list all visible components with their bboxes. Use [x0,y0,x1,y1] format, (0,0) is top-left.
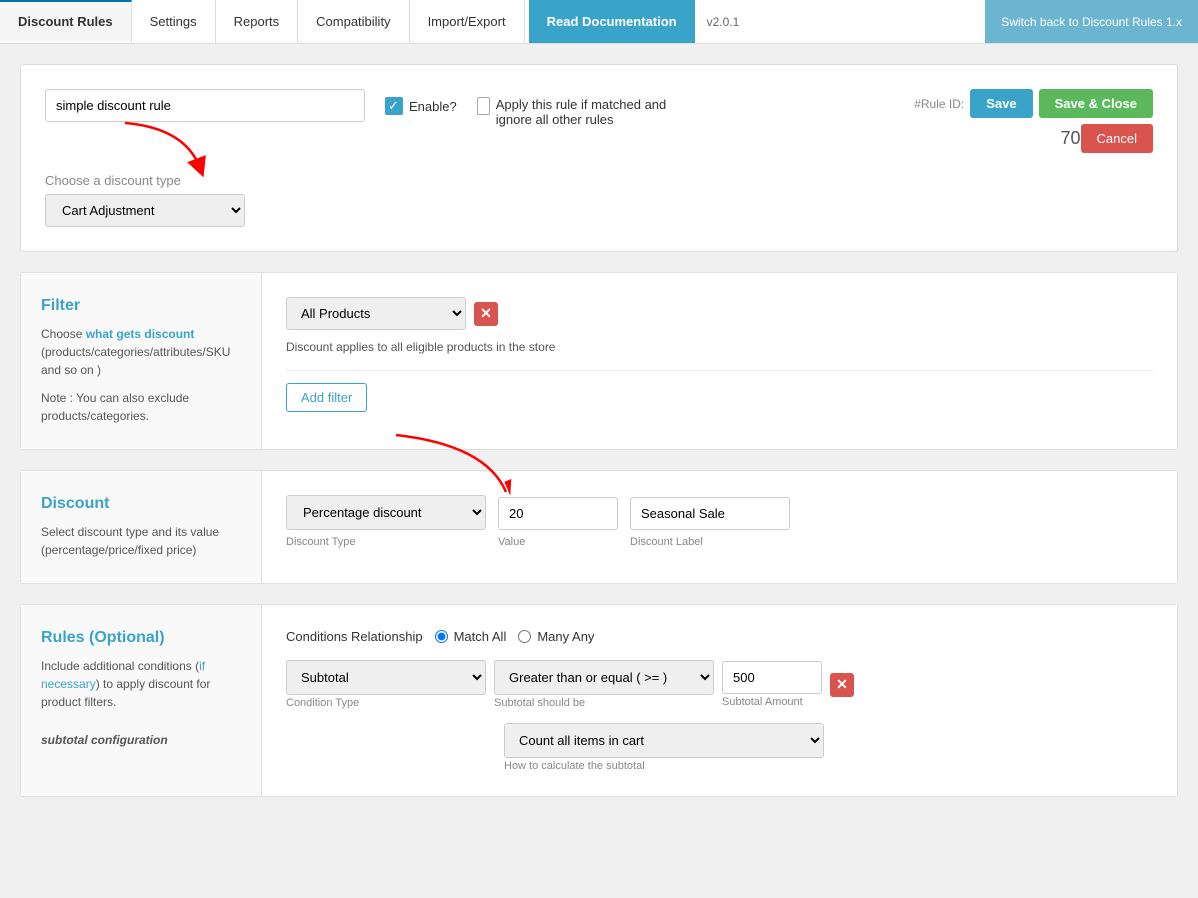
many-any-radio[interactable] [518,630,531,643]
top-navigation: Discount Rules Settings Reports Compatib… [0,0,1198,44]
rules-section-left: Rules (Optional) Include additional cond… [21,605,261,796]
discount-title: Discount [41,495,241,513]
condition-operator-col: Greater than or equal ( >= ) Less than o… [494,660,714,709]
filter-section: Filter Choose what gets discount (produc… [20,272,1178,450]
discount-type-dropdown[interactable]: Percentage discount Fixed discount Fixed… [286,495,486,530]
read-documentation-button[interactable]: Read Documentation [529,0,695,43]
many-any-label: Many Any [537,629,594,644]
discount-section-left: Discount Select discount type and its va… [21,471,261,583]
tab-label: Import/Export [428,14,506,29]
discount-label-input[interactable] [630,497,790,530]
tab-discount-rules[interactable]: Discount Rules [0,0,132,43]
tab-label: Settings [150,14,197,29]
condition-operator-select[interactable]: Greater than or equal ( >= ) Less than o… [494,660,714,695]
discount-fields: Percentage discount Fixed discount Fixed… [286,495,1153,548]
subtotal-calc-select[interactable]: Count all items in cart Count unique ite… [504,723,824,758]
version-label: v2.0.1 [695,0,752,43]
main-content: Enable? Apply this rule if matched and i… [0,44,1198,837]
discount-section: Discount Select discount type and its va… [20,470,1178,584]
discount-type-label: Choose a discount type [45,173,245,188]
tab-label: Reports [234,14,280,29]
apply-checkbox[interactable] [477,97,490,115]
filter-row: All Products Specific Products Product C… [286,297,1153,330]
rules-description: Include additional conditions (if necess… [41,657,241,711]
match-all-label: Match All [454,629,507,644]
rule-name-row: Enable? Apply this rule if matched and i… [45,89,1153,153]
tab-label: Discount Rules [18,14,113,29]
apply-label: Apply this rule if matched and ignore al… [496,97,697,127]
discount-value-sublabel: Value [498,536,618,548]
rule-id-value: 70 [1061,128,1081,149]
condition-remove-button[interactable]: ✕ [830,673,854,697]
filter-title: Filter [41,297,241,315]
filter-description: Choose what gets discount (products/cate… [41,325,241,379]
filter-section-right: All Products Specific Products Product C… [261,273,1177,449]
filter-hint: Discount applies to all eligible product… [286,340,1153,354]
many-any-radio-group: Many Any [518,629,594,644]
conditions-relationship: Conditions Relationship Match All Many A… [286,629,1153,644]
rule-id-group: #Rule ID: Save Save & Close 70 Cancel [914,89,1153,153]
discount-label-sublabel: Discount Label [630,536,790,548]
enable-label: Enable? [409,99,457,114]
switch-back-button[interactable]: Switch back to Discount Rules 1.x [985,0,1198,43]
operator-sublabel: Subtotal should be [494,697,714,709]
condition-row: Subtotal Cart Item Count Product Quantit… [286,660,1153,709]
discount-description: Select discount type and its value (perc… [41,523,241,559]
discount-type-section: Choose a discount type Cart Adjustment P… [45,173,1153,227]
rules-title: Rules (Optional) [41,629,241,647]
match-all-radio-group: Match All [435,629,507,644]
value-sublabel: Subtotal Amount [722,696,822,708]
condition-value-col: Subtotal Amount [722,661,822,708]
filter-note: Note : You can also exclude products/cat… [41,389,241,425]
discount-section-right: Percentage discount Fixed discount Fixed… [261,471,1177,583]
tab-import-export[interactable]: Import/Export [410,0,525,43]
rules-annotation: subtotal configuration [41,731,241,749]
divider [286,370,1153,371]
add-filter-button[interactable]: Add filter [286,383,367,412]
discount-value-field: Value [498,497,618,548]
rule-id-label: #Rule ID: [914,97,964,111]
filter-remove-button[interactable]: ✕ [474,302,498,326]
enable-group: Enable? [385,97,457,115]
rule-settings-card: Enable? Apply this rule if matched and i… [20,64,1178,252]
tab-reports[interactable]: Reports [216,0,299,43]
condition-type-sublabel: Condition Type [286,697,486,709]
tab-label: Compatibility [316,14,390,29]
discount-type-field: Percentage discount Fixed discount Fixed… [286,495,486,548]
discount-type-select[interactable]: Cart Adjustment Product Discount Buy X G… [45,194,245,227]
save-close-button[interactable]: Save & Close [1039,89,1153,118]
conditions-relationship-label: Conditions Relationship [286,629,423,644]
discount-value-input[interactable] [498,497,618,530]
discount-type-sublabel: Discount Type [286,536,486,548]
subtotal-calc-group: Count all items in cart Count unique ite… [504,717,1153,772]
tab-compatibility[interactable]: Compatibility [298,0,409,43]
condition-value-input[interactable] [722,661,822,694]
cancel-button[interactable]: Cancel [1081,124,1153,153]
rules-section-right: Conditions Relationship Match All Many A… [261,605,1177,796]
subtotal-calc-label: How to calculate the subtotal [504,760,1153,772]
filter-type-select[interactable]: All Products Specific Products Product C… [286,297,466,330]
condition-type-select[interactable]: Subtotal Cart Item Count Product Quantit… [286,660,486,695]
condition-type-col: Subtotal Cart Item Count Product Quantit… [286,660,486,709]
save-button[interactable]: Save [970,89,1032,118]
rule-name-input[interactable] [45,89,365,122]
apply-group: Apply this rule if matched and ignore al… [477,97,697,127]
action-buttons: Save Save & Close [970,89,1153,118]
filter-section-left: Filter Choose what gets discount (produc… [21,273,261,449]
tab-settings[interactable]: Settings [132,0,216,43]
rules-section: Rules (Optional) Include additional cond… [20,604,1178,797]
discount-label-field: Discount Label [630,497,790,548]
enable-checkbox[interactable] [385,97,403,115]
match-all-radio[interactable] [435,630,448,643]
